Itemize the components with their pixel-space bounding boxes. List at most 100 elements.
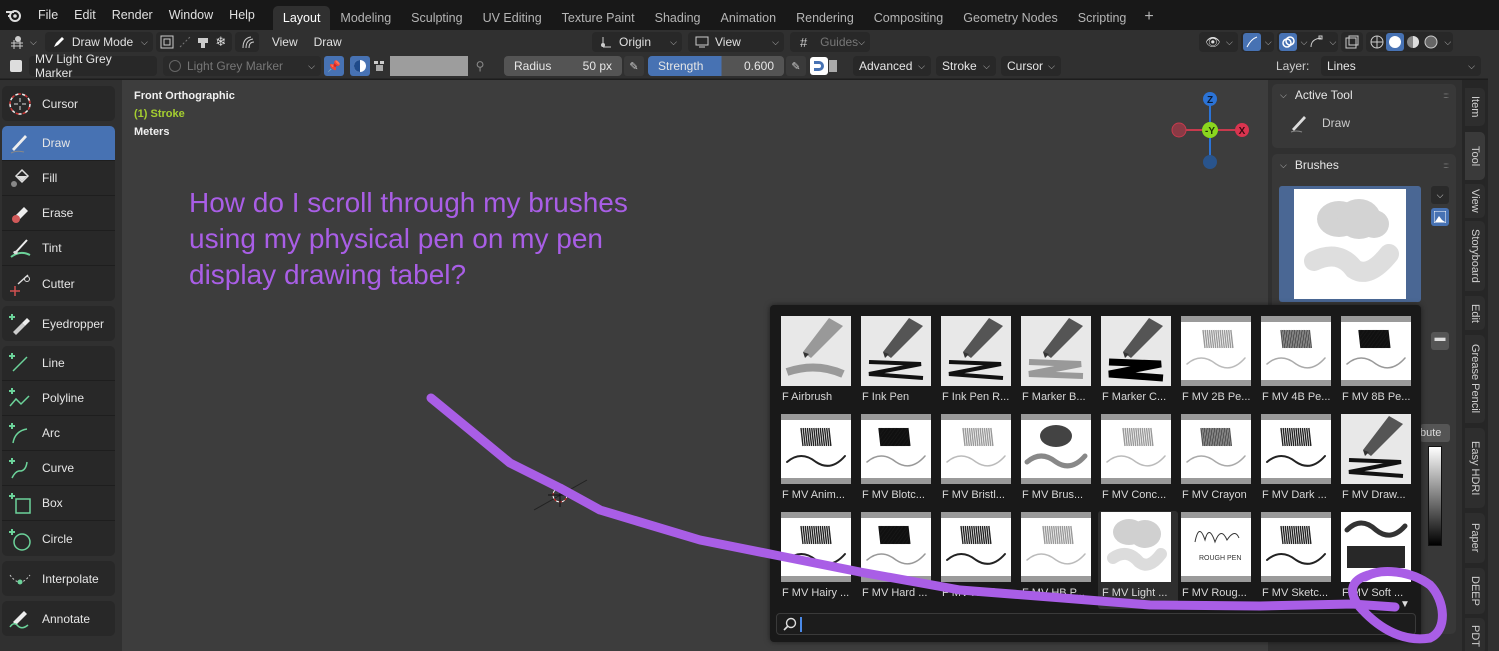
unpin-icon[interactable]: ⚲ [470,56,490,76]
menu-file[interactable]: File [30,0,66,30]
sidebar-tab-paper[interactable]: Paper [1465,513,1485,563]
workspace-tab-scripting[interactable]: Scripting [1068,6,1137,30]
tool-eyedropper[interactable]: Eyedropper [2,306,115,341]
tool-fill[interactable]: Fill [2,161,115,196]
tool-box[interactable]: Box [2,486,115,521]
brush-item[interactable]: F MV 4B Pe... [1258,315,1338,413]
overlays-toggle[interactable]: ⌵ ⌵ [1276,32,1339,52]
menu-help[interactable]: Help [221,0,263,30]
brush-item[interactable]: F MV Crayon [1178,413,1258,511]
radius-pressure-button[interactable]: ✎ [624,56,644,76]
folder-icon[interactable]: ▬ [1431,332,1449,350]
brush-preview-large[interactable] [1279,186,1421,302]
tool-curve[interactable]: Curve [2,451,115,486]
drag-grip-icon[interactable]: :::: [1443,91,1449,100]
brush-item[interactable]: F Marker C... [1098,315,1178,413]
sidebar-tab-easy-hdri[interactable]: Easy HDRI [1465,428,1485,508]
active-tool-header[interactable]: ⌵ Active Tool:::: [1272,84,1456,106]
view-menu[interactable]: View [267,32,303,52]
sidebar-tab-item[interactable]: Item [1465,88,1485,126]
brush-item[interactable]: F MV Sketc... [1258,511,1338,609]
tool-line[interactable]: Line [2,346,115,381]
layer-dropdown[interactable]: Lines ⌵ [1321,56,1481,76]
brush-item[interactable]: ROUGH PEN F MV Roug... [1178,511,1258,609]
color-mode-button[interactable] [350,56,370,76]
scroll-down-arrow-icon[interactable]: ▼ [1400,599,1410,610]
sidebar-tab-view[interactable]: View [1465,184,1485,218]
wireframe-shading-icon[interactable] [1368,33,1386,51]
value-gradient-slider[interactable] [1428,446,1442,546]
stroke-mode-button[interactable] [810,57,828,75]
brush-item[interactable]: F MV Bristl... [938,413,1018,511]
brush-menu-dropdown[interactable]: ⌵ [1431,186,1449,204]
cursor-dropdown[interactable]: Cursor ⌵ [1001,56,1061,76]
brush-item[interactable]: F MV 2B Pe... [1178,315,1258,413]
multiframe-button[interactable] [234,32,259,52]
brush-search-field[interactable] [776,613,1416,635]
workspace-tab-geometry-nodes[interactable]: Geometry Nodes [953,6,1067,30]
brush-item[interactable]: F MV HB P... [1018,511,1098,609]
partial-button[interactable]: bute [1420,424,1450,442]
brush-item[interactable]: F MV Soft ... [1338,511,1418,609]
brush-item[interactable]: F MV 8B Pe... [1338,315,1418,413]
tool-cutter[interactable]: Cutter [2,266,115,301]
brush-item[interactable]: F MV Hairy ... [778,511,858,609]
material-shading-icon[interactable] [1404,33,1422,51]
tool-cursor[interactable]: Cursor [2,86,115,121]
tool-erase[interactable]: Erase [2,196,115,231]
tool-annotate[interactable]: Annotate [2,601,115,636]
brush-item[interactable]: F MV Brus... [1018,413,1098,511]
blender-logo-icon[interactable] [4,5,24,25]
solid-shading-icon[interactable] [1386,33,1405,51]
workspace-tab-uv-editing[interactable]: UV Editing [473,6,552,30]
radius-slider[interactable]: Radius 50 px [504,56,622,76]
workspace-tab-texture-paint[interactable]: Texture Paint [552,6,645,30]
sidebar-tab-edit[interactable]: Edit [1465,296,1485,330]
gizmo-neg-z-axis[interactable] [1203,155,1217,169]
mode-dropdown[interactable]: Draw Mode ⌵ [44,32,153,52]
vertex-color-icon[interactable] [373,56,387,76]
menu-edit[interactable]: Edit [66,0,104,30]
brush-item[interactable]: F Ink Pen R... [938,315,1018,413]
brush-item[interactable]: F Marker B... [1018,315,1098,413]
navigation-gizmo[interactable]: Z X -Y [1170,90,1250,170]
editmode-icon[interactable] [158,33,176,51]
add-workspace-button[interactable]: + [1136,5,1161,29]
fill-mode-icon[interactable] [829,57,841,75]
color-swatch[interactable] [390,56,468,76]
select-mode-icon[interactable] [176,33,194,51]
brush-item[interactable]: F MV Blotc... [858,413,938,511]
menu-window[interactable]: Window [161,0,221,30]
brush-item[interactable]: F Airbrush [778,315,858,413]
visibility-dropdown[interactable]: 👁 ⌵ [1199,32,1238,52]
rendered-shading-icon[interactable] [1422,33,1440,51]
sidebar-tab-storyboard[interactable]: Storyboard [1465,221,1485,291]
brush-item[interactable]: F MV Anim... [778,413,858,511]
sidebar-tab-tool[interactable]: Tool [1465,132,1485,180]
editor-type-button[interactable]: ⌵ [3,32,42,52]
brush-item[interactable]: F MV Hard ... [858,511,938,609]
custom-icon-button[interactable] [1431,208,1449,226]
brush-item[interactable]: F Ink Pen [858,315,938,413]
pin-material-button[interactable]: 📌 [324,56,344,76]
brush-name-field[interactable]: MV Light Grey Marker [29,52,157,80]
strength-pressure-button[interactable]: ✎ [786,56,806,76]
tool-interpolate[interactable]: Interpolate [2,561,115,596]
strength-slider[interactable]: Strength 0.600 [648,56,784,76]
workspace-tab-sculpting[interactable]: Sculpting [401,6,472,30]
brush-item[interactable]: F MV Dark ... [1258,413,1338,511]
workspace-tab-compositing[interactable]: Compositing [864,6,953,30]
tool-polyline[interactable]: Polyline [2,381,115,416]
advanced-dropdown[interactable]: Advanced ⌵ [853,56,931,76]
gizmo-toggle[interactable]: ⌵ [1240,32,1274,52]
sidebar-tab-pdt[interactable]: PDT [1465,618,1485,651]
curve-edit-icon[interactable] [1307,33,1325,51]
workspace-tab-rendering[interactable]: Rendering [786,6,864,30]
sidebar-tab-deep[interactable]: DEEP [1465,568,1485,614]
tool-arc[interactable]: Arc [2,416,115,451]
xray-toggle[interactable] [1341,32,1364,52]
active-tool-item[interactable]: Draw [1272,106,1456,140]
menu-render[interactable]: Render [104,0,161,30]
origin-dropdown[interactable]: Origin ⌵ [592,32,682,52]
brush-preview-icon[interactable] [6,56,26,76]
